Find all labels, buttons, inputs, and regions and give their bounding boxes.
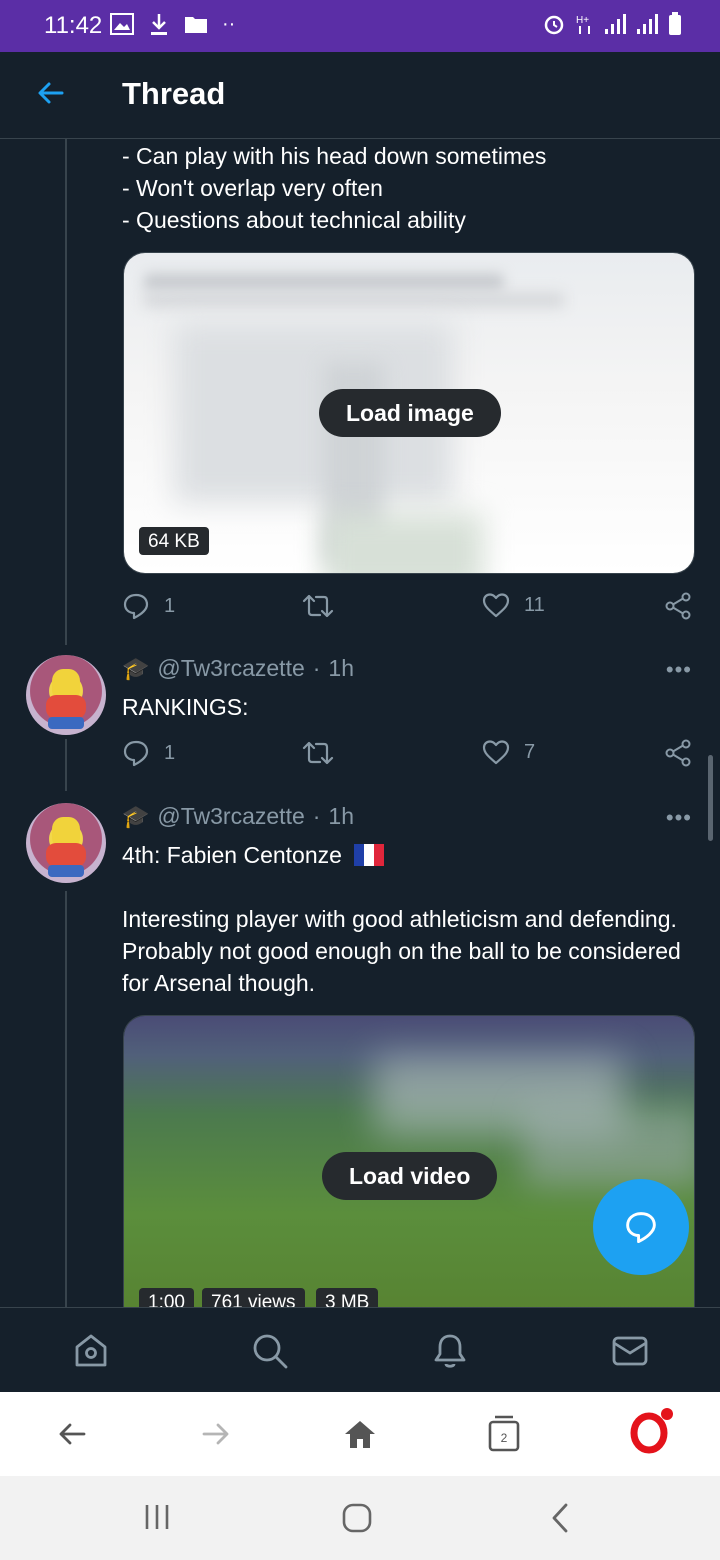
share-icon <box>665 592 691 620</box>
folder-icon <box>185 17 207 33</box>
tweet-headline: 4th: Fabien Centonze <box>122 839 682 871</box>
system-home-icon[interactable] <box>341 1502 373 1534</box>
tweet-body: Interesting player with good athleticism… <box>122 906 681 996</box>
like-action[interactable]: 11 <box>482 592 545 618</box>
tweet-text: RANKINGS: <box>122 694 249 720</box>
recent-apps-icon[interactable] <box>143 1502 171 1532</box>
tweet-handle[interactable]: @Tw3rcazette <box>157 655 304 682</box>
load-image-button[interactable]: Load image <box>319 389 501 437</box>
avatar[interactable] <box>26 655 106 735</box>
graduation-cap-icon: 🎓 <box>122 655 150 681</box>
share-action[interactable] <box>664 739 692 767</box>
like-count: 7 <box>524 740 536 763</box>
tweet-line: - Won't overlap very often <box>122 175 383 201</box>
browser-back-icon[interactable] <box>56 1418 88 1450</box>
browser-forward-icon[interactable] <box>200 1418 232 1450</box>
tweet-line: - Questions about technical ability <box>122 207 466 233</box>
signal-icon-1 <box>605 14 626 34</box>
svg-text:H+: H+ <box>576 15 589 26</box>
signal-icon-2 <box>637 14 658 34</box>
battery-icon <box>669 12 681 35</box>
retweet-icon <box>302 741 334 765</box>
tweet-meta: 🎓 @Tw3rcazette · 1h <box>122 803 354 830</box>
browser-toolbar: 2 <box>0 1392 720 1476</box>
reply-icon <box>123 593 149 620</box>
messages-icon[interactable] <box>611 1332 649 1370</box>
tweet-actions: 1 7 <box>122 739 694 773</box>
avatar[interactable] <box>26 803 106 883</box>
compose-reply-button[interactable] <box>593 1179 689 1275</box>
page-title: Thread <box>122 76 226 111</box>
thread-connector <box>65 139 67 645</box>
system-navigation-bar <box>0 1476 720 1560</box>
like-count: 11 <box>524 593 545 616</box>
thread-content[interactable]: - Can play with his head down sometimes … <box>0 139 720 1307</box>
notifications-icon[interactable] <box>431 1332 469 1370</box>
reply-count: 1 <box>164 594 176 617</box>
heart-icon <box>482 593 510 618</box>
image-attachment[interactable]: Load image 64 KB <box>123 252 695 574</box>
retweet-action[interactable] <box>302 739 334 767</box>
tweet-actions: 1 11 <box>122 592 694 626</box>
tabs-button[interactable]: 2 <box>488 1414 520 1452</box>
heart-icon <box>482 740 510 765</box>
thread-connector <box>65 739 67 791</box>
search-icon[interactable] <box>251 1332 289 1370</box>
meta-separator: · <box>312 803 321 829</box>
meta-separator: · <box>312 655 321 681</box>
tab-count: 2 <box>500 1431 508 1445</box>
tweet-time: 1h <box>328 655 355 681</box>
like-action[interactable]: 7 <box>482 739 535 765</box>
tweet-handle[interactable]: @Tw3rcazette <box>157 803 304 830</box>
thread-header: Thread <box>0 52 720 139</box>
headline-text: 4th: Fabien Centonze <box>122 842 342 868</box>
share-action[interactable] <box>664 592 692 620</box>
scrollbar[interactable] <box>708 755 713 841</box>
alarm-icon <box>544 15 564 35</box>
image-notification-icon <box>110 13 134 35</box>
more-options-icon[interactable]: ••• <box>666 805 692 831</box>
reply-action[interactable]: 1 <box>122 592 175 620</box>
tweet-meta: 🎓 @Tw3rcazette · 1h <box>122 655 354 682</box>
reply-icon <box>123 740 149 767</box>
system-back-icon[interactable] <box>548 1502 572 1534</box>
share-icon <box>665 739 691 767</box>
more-notifications-icon: ·· <box>222 12 236 35</box>
home-icon[interactable] <box>72 1332 110 1370</box>
opera-menu-icon[interactable] <box>628 1406 678 1456</box>
reply-count: 1 <box>164 741 176 764</box>
bottom-tab-bar <box>0 1307 720 1393</box>
more-options-icon[interactable]: ••• <box>666 657 692 683</box>
thread-connector <box>65 891 67 1307</box>
tweet-line: - Can play with his head down sometimes <box>122 143 547 169</box>
france-flag-icon <box>354 844 385 866</box>
data-arrows-icon: H+ <box>576 15 590 34</box>
retweet-action[interactable] <box>302 592 334 620</box>
tweet-time: 1h <box>328 803 355 829</box>
download-icon <box>151 14 167 35</box>
image-size-badge: 64 KB <box>139 527 209 555</box>
load-video-button[interactable]: Load video <box>322 1152 498 1200</box>
reply-bubble-icon <box>626 1212 656 1244</box>
back-arrow-icon[interactable] <box>36 78 66 108</box>
clock: 11:42 <box>44 12 103 39</box>
graduation-cap-icon: 🎓 <box>122 803 150 829</box>
video-views-badge: 761 views <box>202 1288 305 1307</box>
reply-action[interactable]: 1 <box>122 739 175 767</box>
browser-home-icon[interactable] <box>343 1418 377 1450</box>
video-size-badge: 3 MB <box>316 1288 379 1307</box>
retweet-icon <box>302 594 334 618</box>
status-bar: 11:42 ·· H+ <box>0 0 720 52</box>
video-duration-badge: 1:00 <box>139 1288 194 1307</box>
tweet-text: - Can play with his head down sometimes … <box>122 140 546 236</box>
